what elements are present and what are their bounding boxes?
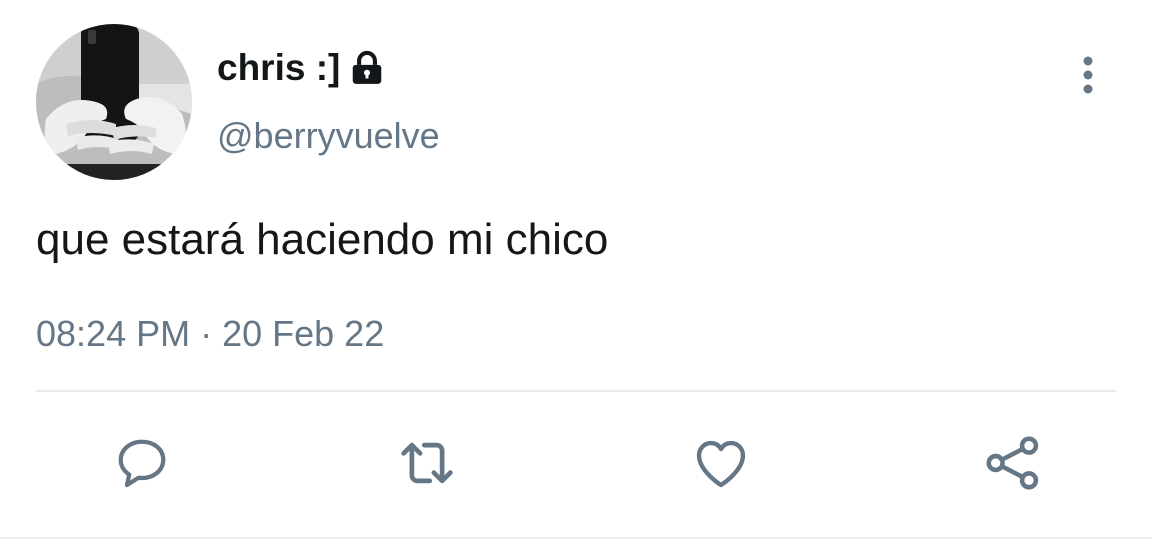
divider: [36, 390, 1116, 392]
heart-outline-icon: [696, 440, 746, 488]
display-name[interactable]: chris :]: [217, 44, 340, 92]
share-nodes-icon: [986, 436, 1039, 490]
bottom-divider: [0, 537, 1152, 539]
retweet-button[interactable]: [394, 430, 460, 496]
tweet-time: 08:24 PM: [36, 313, 191, 354]
reply-button[interactable]: [109, 430, 175, 496]
avatar-image: [36, 24, 192, 180]
timestamp-separator: ·: [200, 313, 213, 354]
speech-bubble-icon: [118, 439, 166, 488]
tweet-date: 20 Feb 22: [222, 313, 385, 354]
more-options-button[interactable]: [1066, 50, 1110, 100]
like-button[interactable]: [688, 430, 754, 496]
lock-icon: [348, 49, 386, 87]
tweet-text: que estará haciendo mi chico: [36, 215, 609, 264]
avatar[interactable]: [36, 24, 192, 180]
display-name-row: chris :]: [217, 44, 386, 92]
tweet-timestamp[interactable]: 08:24 PM · 20 Feb 22: [36, 310, 384, 358]
retweet-arrows-icon: [401, 442, 453, 484]
vertical-dots-icon: [1083, 56, 1093, 94]
share-button[interactable]: [980, 430, 1046, 496]
user-handle[interactable]: @berryvuelve: [217, 112, 440, 160]
